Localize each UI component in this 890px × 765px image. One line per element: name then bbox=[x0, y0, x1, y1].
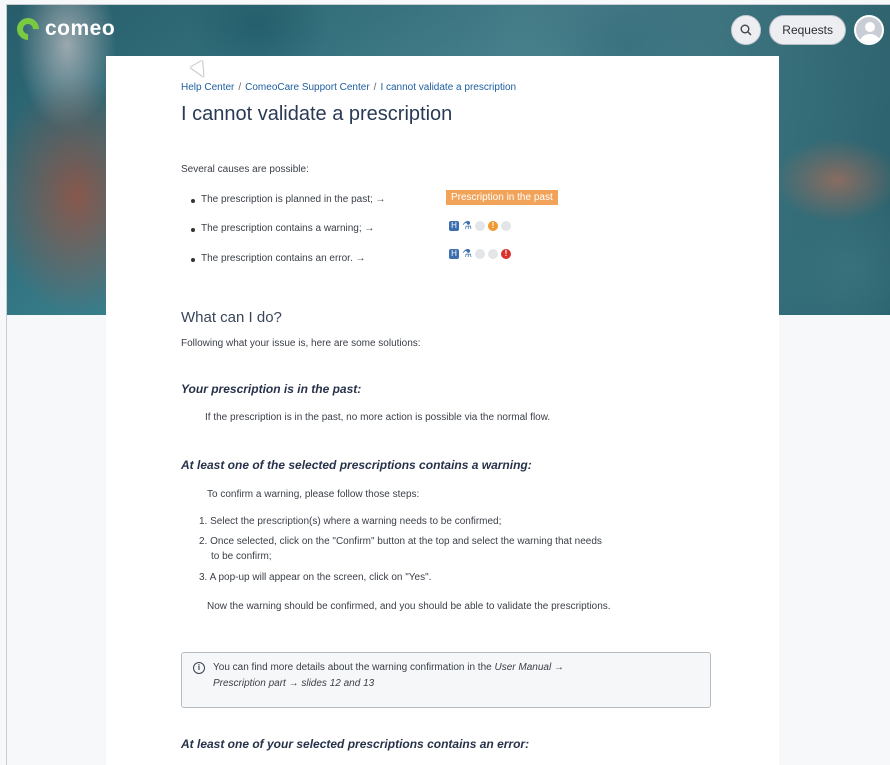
inactive-status-icon bbox=[488, 249, 498, 259]
inactive-status-icon bbox=[475, 221, 485, 231]
logo[interactable]: comeo bbox=[12, 13, 116, 45]
article-card: Help Center / ComeoCare Support Center / I c… bbox=[106, 56, 779, 765]
breadcrumb-separator: / bbox=[373, 82, 377, 93]
warning-step-2-cont: to be confirm; bbox=[211, 551, 272, 562]
warning-step-2: 2. Once selected, click on the "Confirm"… bbox=[199, 536, 602, 547]
info-line-2: Prescription part → slides 12 and 13 bbox=[213, 678, 375, 689]
warning-outro: Now the warning should be confirmed, and… bbox=[207, 601, 611, 612]
section-warning-heading: At least one of the selected prescriptio… bbox=[181, 458, 532, 472]
warning-status-icons: H ⚗ ! bbox=[449, 220, 511, 232]
requests-button[interactable]: Requests bbox=[769, 15, 846, 45]
error-icon: ! bbox=[501, 249, 511, 259]
comeo-logo-icon bbox=[12, 13, 44, 45]
cause-item-past: The prescription is planned in the past;… bbox=[191, 194, 386, 205]
flask-icon: ⚗ bbox=[462, 220, 472, 232]
breadcrumb: Help Center / ComeoCare Support Center / I c… bbox=[181, 82, 516, 93]
inactive-status-icon bbox=[501, 221, 511, 231]
flask-icon: ⚗ bbox=[462, 248, 472, 260]
browser-frame: comeo Requests Help Center / ComeoCare Sup… bbox=[6, 4, 890, 765]
breadcrumb-support-center[interactable]: ComeoCare Support Center bbox=[245, 82, 370, 93]
logo-text: comeo bbox=[45, 17, 116, 40]
search-icon bbox=[740, 24, 752, 36]
breadcrumb-help-center[interactable]: Help Center bbox=[181, 82, 234, 93]
info-callout: i You can find more details about the wa… bbox=[181, 652, 711, 708]
section-error-heading: At least one of your selected prescripti… bbox=[181, 737, 530, 751]
intro-text: Several causes are possible: bbox=[181, 164, 309, 175]
user-avatar-icon[interactable] bbox=[854, 15, 884, 45]
what-can-i-do-heading: What can I do? bbox=[181, 309, 282, 326]
section-past-text: If the prescription is in the past, no m… bbox=[205, 412, 551, 423]
breadcrumb-separator: / bbox=[238, 82, 242, 93]
warning-steps-intro: To confirm a warning, please follow thos… bbox=[207, 489, 420, 500]
user-manual-link[interactable]: User Manual → bbox=[494, 662, 563, 673]
info-line-1-text: You can find more details about the warn… bbox=[213, 662, 495, 673]
breadcrumb-current[interactable]: I cannot validate a prescription bbox=[380, 82, 516, 93]
hospital-icon: H bbox=[449, 249, 459, 259]
info-line-1: You can find more details about the warn… bbox=[213, 662, 564, 673]
warning-icon: ! bbox=[488, 221, 498, 231]
info-icon: i bbox=[193, 662, 205, 674]
hospital-icon: H bbox=[449, 221, 459, 231]
error-status-icons: H ⚗ ! bbox=[449, 248, 511, 260]
cause-item-error: The prescription contains an error. → bbox=[191, 253, 366, 264]
section-past-heading: Your prescription is in the past: bbox=[181, 382, 362, 396]
warning-step-1: 1. Select the prescription(s) where a wa… bbox=[199, 516, 502, 527]
cause-item-warning: The prescription contains a warning; → bbox=[190, 223, 375, 234]
search-button[interactable] bbox=[731, 15, 762, 45]
prescription-past-badge: Prescription in the past bbox=[446, 190, 558, 205]
page-title: I cannot validate a prescription bbox=[181, 103, 453, 125]
what-intro-text: Following what your issue is, here are s… bbox=[181, 338, 421, 349]
warning-step-3: 3. A pop-up will appear on the screen, c… bbox=[199, 572, 432, 583]
inactive-status-icon bbox=[475, 249, 485, 259]
header-actions: Requests bbox=[731, 15, 884, 45]
